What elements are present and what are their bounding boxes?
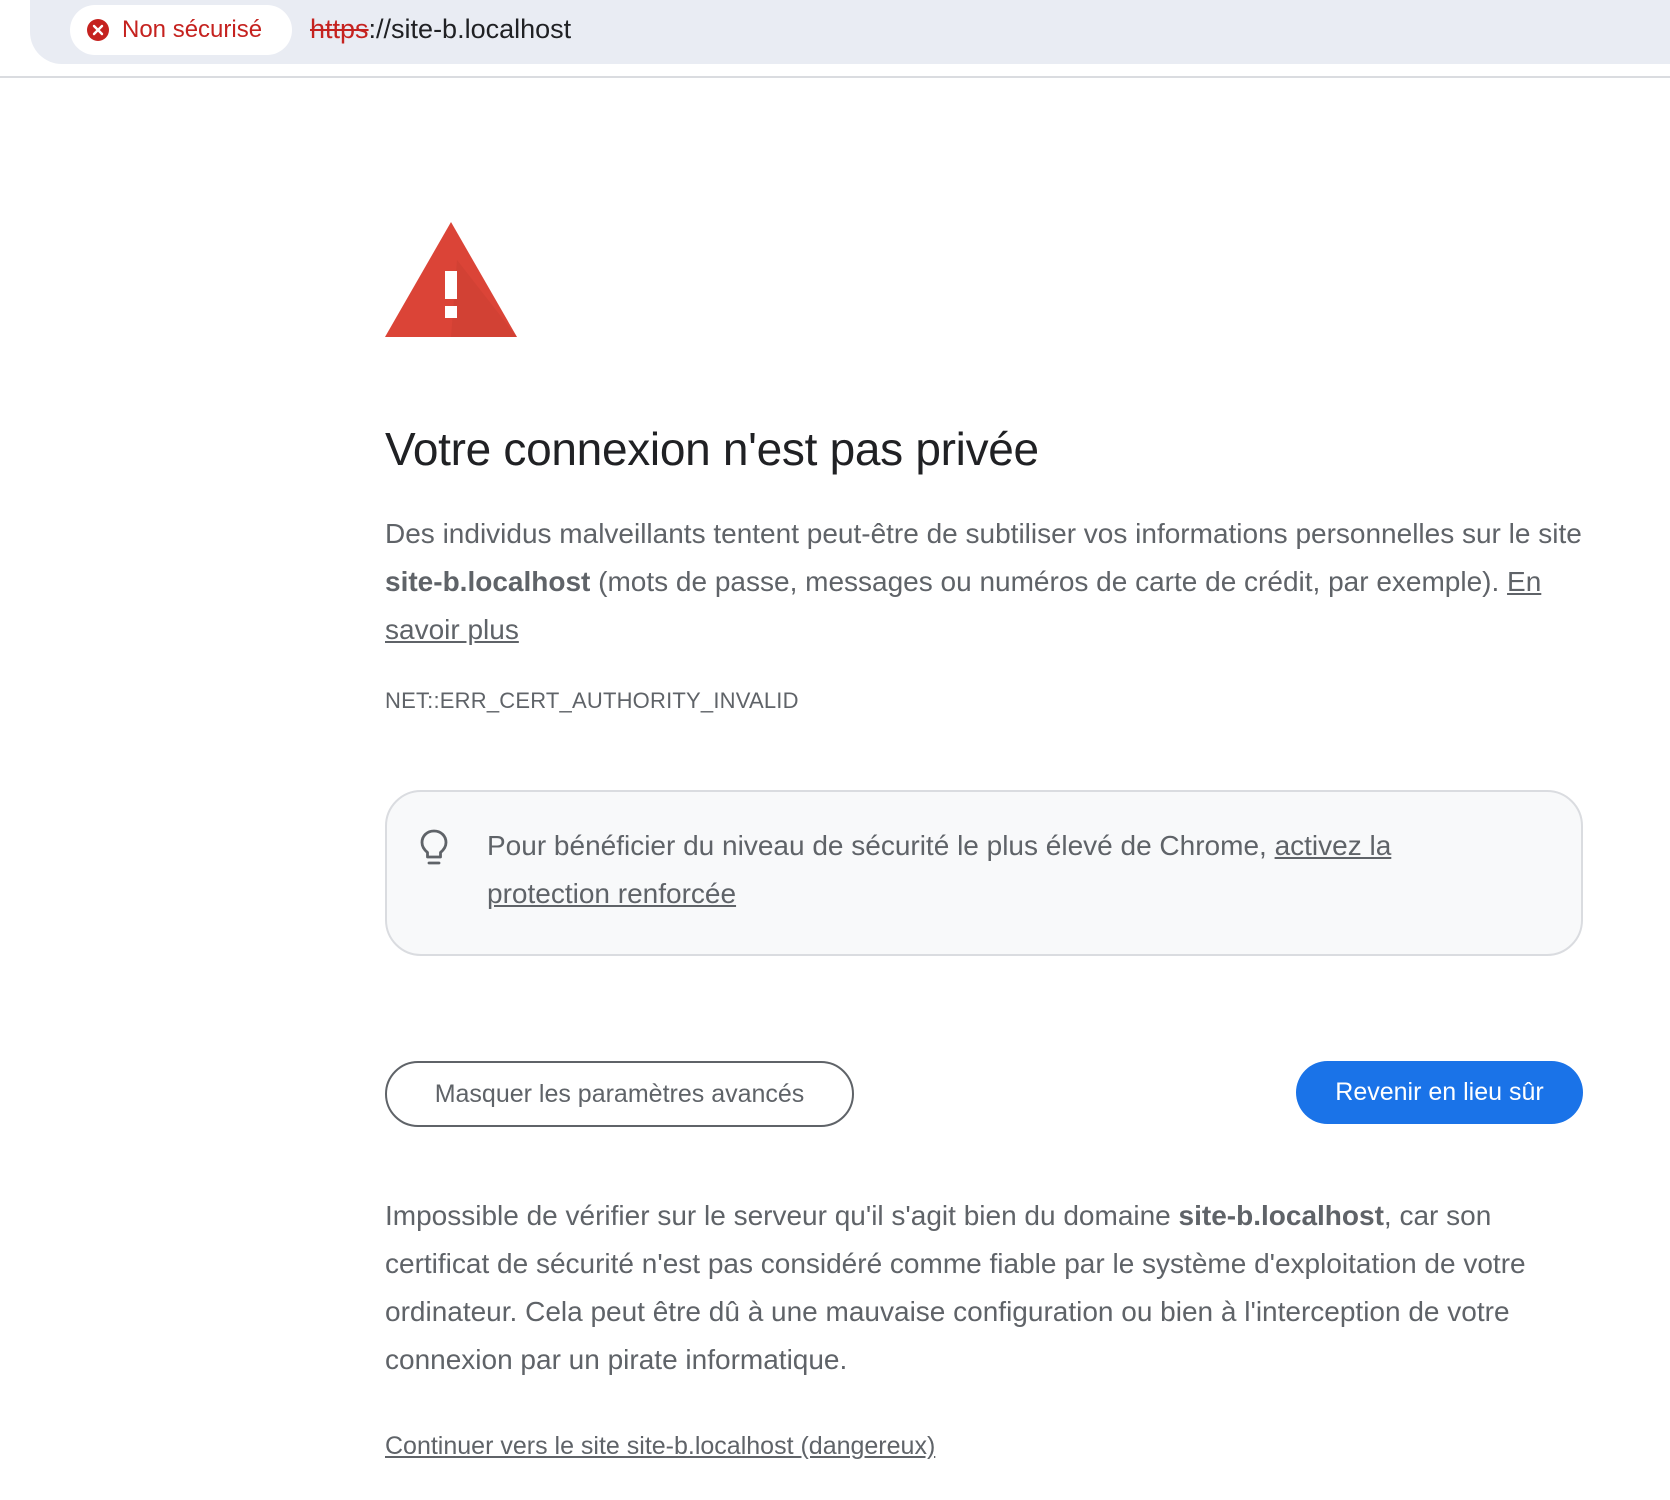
warning-triangle-icon — [385, 222, 517, 337]
hide-advanced-button[interactable]: Masquer les paramètres avancés — [385, 1061, 854, 1127]
callout-message: Pour bénéficier du niveau de sécurité le… — [487, 830, 1275, 861]
error-code: NET::ERR_CERT_AUTHORITY_INVALID — [385, 688, 799, 713]
enhanced-protection-callout: Pour bénéficier du niveau de sécurité le… — [385, 790, 1583, 956]
callout-text: Pour bénéficier du niveau de sécurité le… — [487, 822, 1507, 918]
error-x-circle-icon — [87, 19, 109, 41]
details-text: Impossible de vérifier sur le serveur qu… — [385, 1200, 1179, 1231]
security-status-chip[interactable]: Non sécurisé — [70, 5, 292, 55]
proceed-unsafe-link[interactable]: Continuer vers le site site-b.localhost … — [385, 1432, 935, 1461]
main-message-text-2: (mots de passe, messages ou numéros de c… — [590, 566, 1508, 597]
lightbulb-icon — [420, 829, 448, 865]
url-text[interactable]: https://site-b.localhost — [310, 14, 571, 45]
url-host: ://site-b.localhost — [368, 14, 572, 44]
page-title: Votre connexion n'est pas privée — [385, 423, 1039, 475]
url-scheme: https — [310, 14, 369, 44]
main-message: Des individus malveillants tentent peut-… — [385, 510, 1585, 654]
advanced-details: Impossible de vérifier sur le serveur qu… — [385, 1192, 1585, 1384]
back-to-safety-button[interactable]: Revenir en lieu sûr — [1296, 1061, 1583, 1124]
main-message-domain: site-b.localhost — [385, 566, 591, 597]
main-message-text: Des individus malveillants tentent peut-… — [385, 518, 1582, 549]
omnibox[interactable]: Non sécurisé https://site-b.localhost — [30, 0, 1670, 64]
security-status-label: Non sécurisé — [122, 16, 263, 43]
details-domain: site-b.localhost — [1178, 1200, 1384, 1231]
browser-toolbar: Non sécurisé https://site-b.localhost — [0, 0, 1670, 78]
